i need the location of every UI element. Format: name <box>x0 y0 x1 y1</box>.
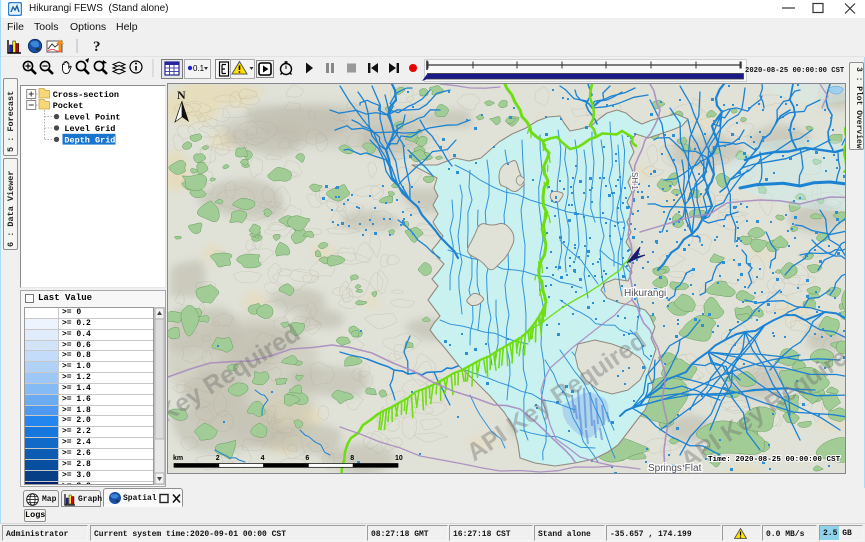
svg-text:N: N <box>177 88 186 102</box>
svg-text:0.1: 0.1 <box>193 64 205 73</box>
svg-text:Hikurangi: Hikurangi <box>624 288 666 299</box>
svg-text:km: km <box>173 455 183 462</box>
svg-text:6: 6 <box>305 455 309 462</box>
svg-text:Level Point: Level Point <box>64 112 120 122</box>
svg-text:?: ? <box>93 39 101 55</box>
svg-text:2: 2 <box>216 455 220 462</box>
svg-text:8: 8 <box>350 455 354 462</box>
svg-text:Pocket: Pocket <box>53 101 84 111</box>
svg-text:SH 1: SH 1 <box>630 172 639 190</box>
svg-text:Time: 2020-08-25 00:00:00 CST: Time: 2020-08-25 00:00:00 CST <box>708 456 841 464</box>
svg-text:Springs Flat: Springs Flat <box>648 463 702 474</box>
svg-text:Depth Grid: Depth Grid <box>64 135 115 145</box>
svg-text:4: 4 <box>261 455 265 462</box>
svg-text:10: 10 <box>395 455 403 462</box>
svg-text:Level Grid: Level Grid <box>64 124 115 134</box>
svg-text:Cross-section: Cross-section <box>53 90 119 100</box>
